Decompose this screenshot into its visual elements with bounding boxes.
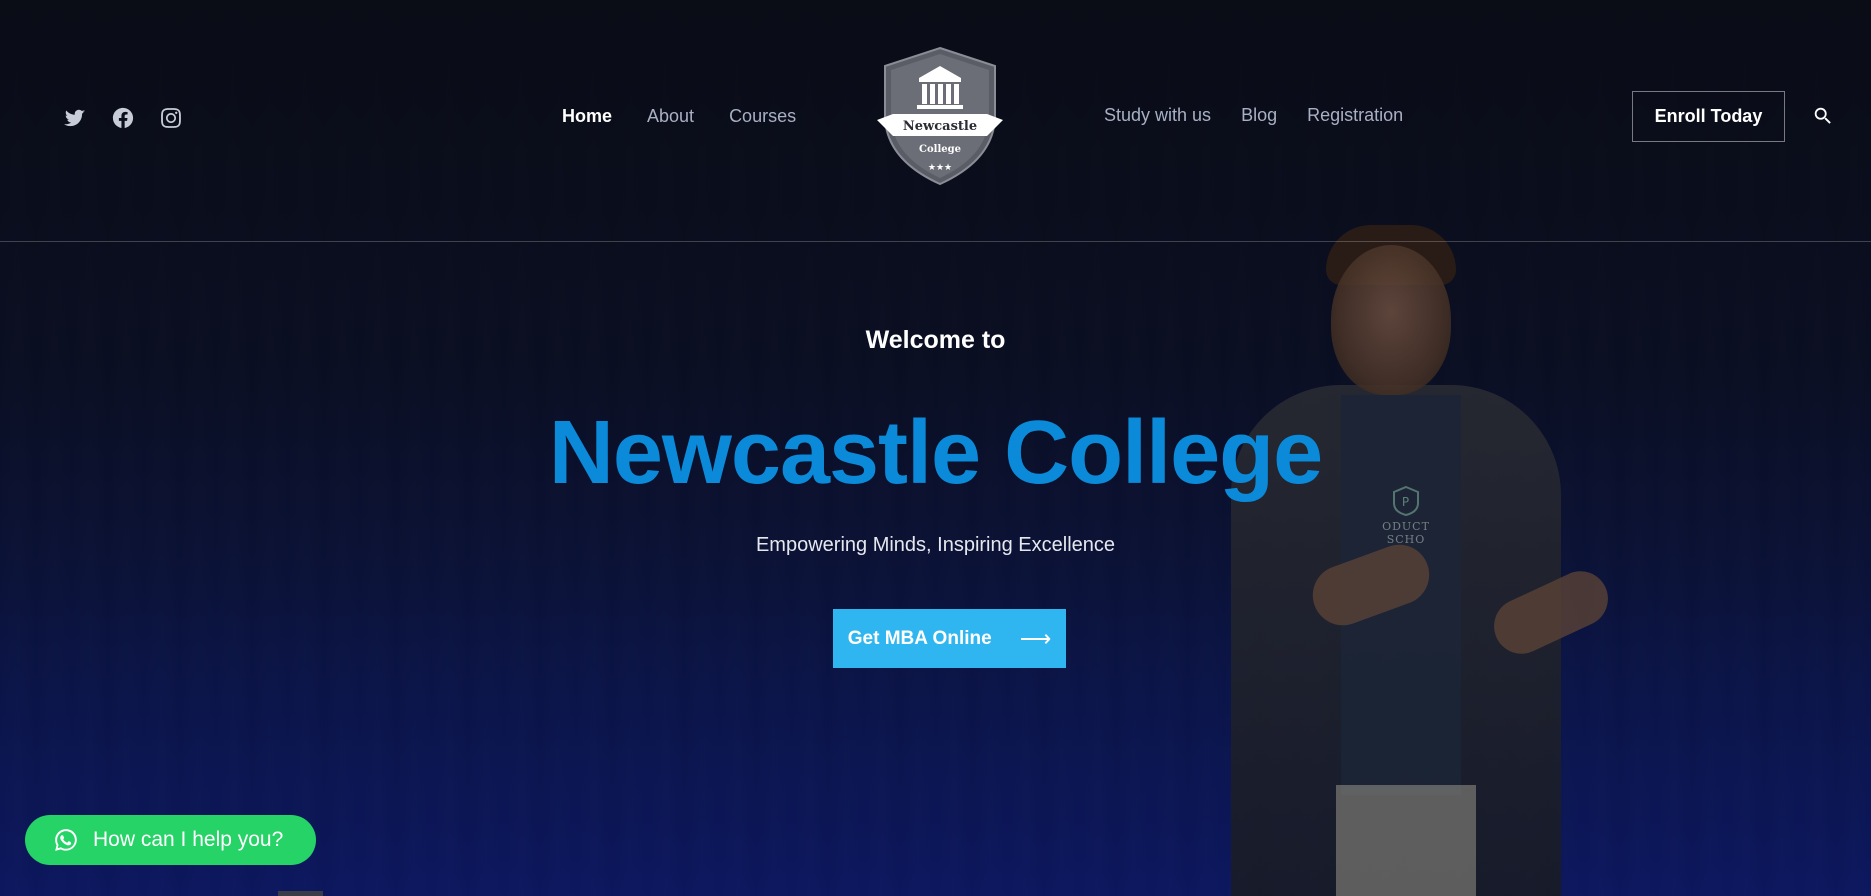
hero-title: Newcastle College — [548, 403, 1323, 503]
social-links — [63, 106, 183, 130]
nav-study-with-us[interactable]: Study with us — [1104, 105, 1211, 126]
logo-line2: College — [919, 144, 961, 155]
nav-blog[interactable]: Blog — [1241, 105, 1277, 126]
nav-courses[interactable]: Courses — [729, 106, 796, 127]
hero-tagline: Empowering Minds, Inspiring Excellence — [755, 534, 1116, 556]
whatsapp-icon — [55, 829, 77, 851]
get-mba-online-button[interactable]: Get MBA Online ⟶ — [833, 609, 1066, 668]
logo-line1: Newcastle — [903, 119, 977, 134]
facebook-icon[interactable] — [111, 106, 135, 130]
primary-nav-right: Study with us Blog Registration — [1104, 105, 1403, 126]
scroll-indicator — [278, 891, 323, 896]
cta-label: Get MBA Online — [847, 627, 992, 649]
instagram-icon[interactable] — [159, 106, 183, 130]
nav-home[interactable]: Home — [562, 106, 612, 127]
nav-about[interactable]: About — [647, 106, 694, 127]
svg-text:★★★: ★★★ — [928, 163, 952, 173]
arrow-right-icon: ⟶ — [1019, 625, 1052, 651]
site-header: Home About Courses Newcastle College ★★★ — [0, 0, 1871, 242]
twitter-icon[interactable] — [63, 106, 87, 130]
whatsapp-chat-button[interactable]: How can I help you? — [25, 815, 316, 865]
nav-registration[interactable]: Registration — [1307, 105, 1403, 126]
college-logo[interactable]: Newcastle College ★★★ — [871, 44, 1009, 188]
search-icon[interactable] — [1812, 105, 1834, 127]
primary-nav-left: Home About Courses — [562, 106, 796, 127]
chat-label: How can I help you? — [93, 828, 284, 851]
hero-welcome: Welcome to — [865, 326, 1006, 354]
enroll-today-button[interactable]: Enroll Today — [1632, 91, 1785, 142]
